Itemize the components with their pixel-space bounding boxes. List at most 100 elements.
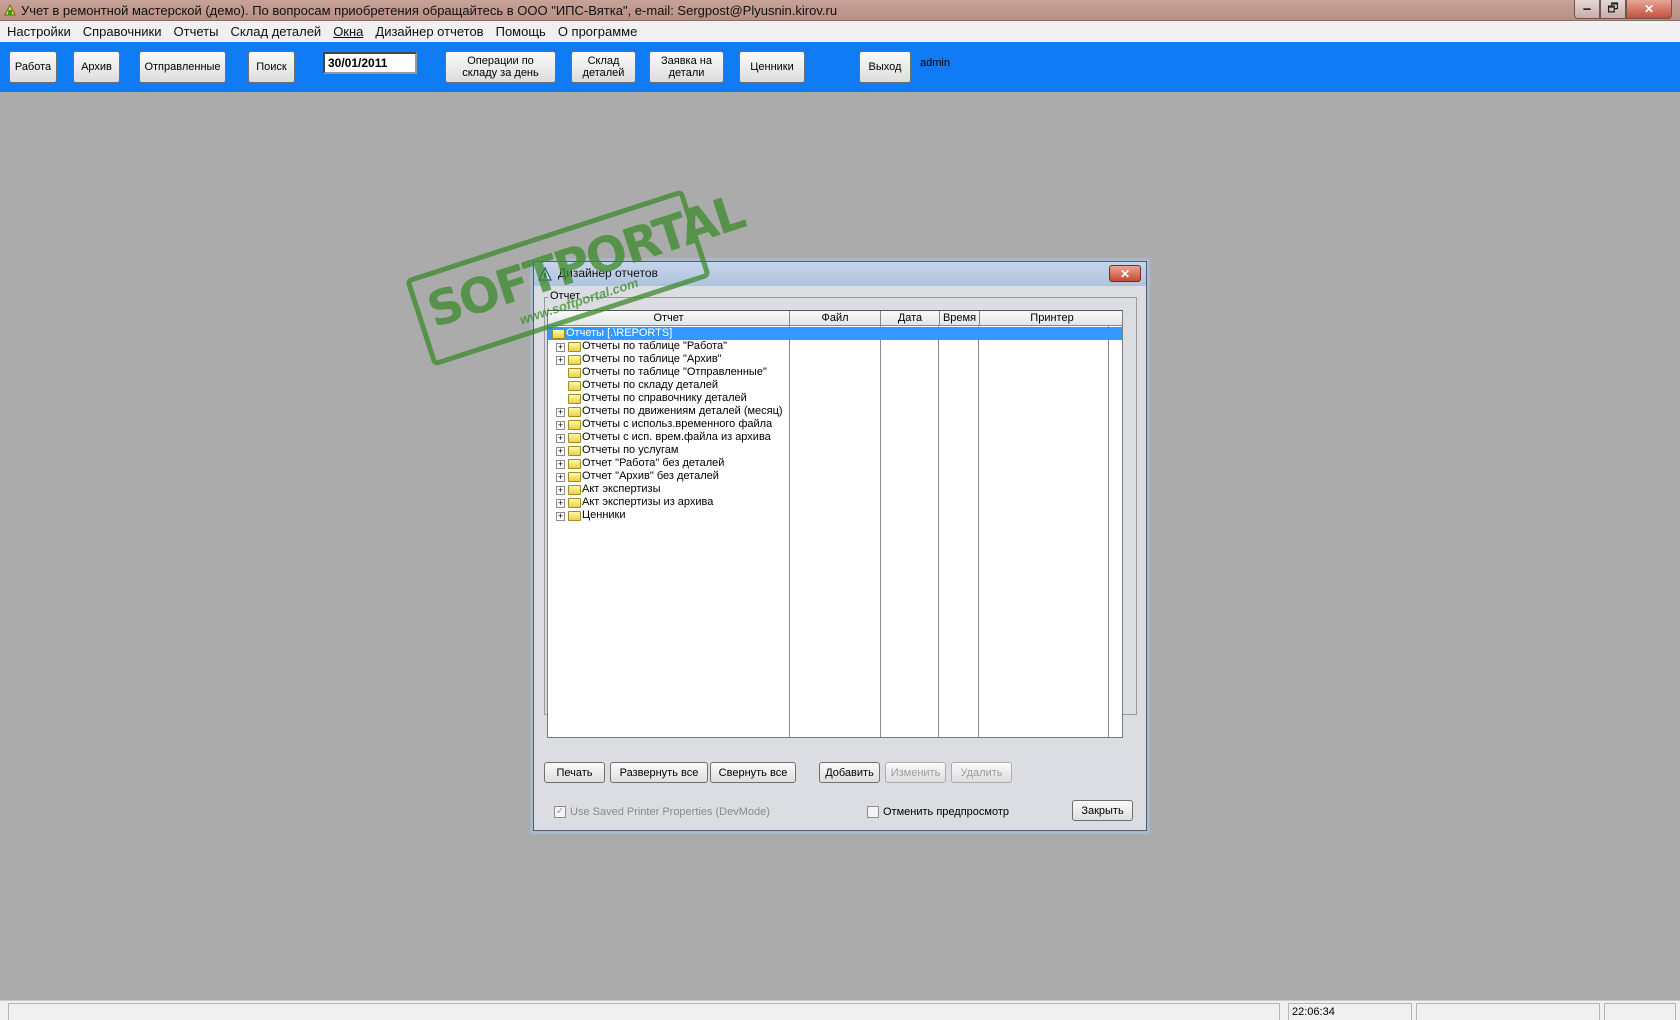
archive-button[interactable]: Архив (73, 51, 120, 83)
menu-about[interactable]: О программе (554, 24, 646, 39)
close-button[interactable]: ✕ (1626, 0, 1672, 19)
close-dialog-button[interactable]: Закрыть (1072, 800, 1133, 821)
report-designer-dialog: Дизайнер отчетов ✕ Отчет Отчет Файл Дата… (533, 261, 1147, 831)
folder-icon (568, 342, 581, 352)
tree-row-label: Отчеты по движениям деталей (месяц) (582, 405, 783, 417)
parts-store-button[interactable]: Склад деталей (571, 51, 636, 83)
folder-icon (568, 511, 581, 521)
tree-expand-icon[interactable]: + (556, 421, 565, 430)
edit-button[interactable]: Изменить (885, 762, 946, 783)
report-tree-grid[interactable]: Отчет Файл Дата Время Принтер Отчеты [.\… (547, 310, 1123, 738)
menu-reports[interactable]: Отчеты (170, 24, 227, 39)
toolbar: Работа Архив Отправленные Поиск 30/01/20… (0, 42, 1680, 92)
sent-button[interactable]: Отправленные (139, 51, 226, 83)
parts-request-line2: детали (668, 67, 705, 79)
folder-icon (568, 498, 581, 508)
tree-row-label: Отчеты по справочнику деталей (582, 392, 747, 404)
folder-icon (552, 329, 565, 339)
tree-expand-icon[interactable]: + (556, 486, 565, 495)
status-panel-main (8, 1003, 1280, 1020)
tree-row[interactable]: + Отчеты с использ.временного файла (548, 418, 1122, 431)
tree-row[interactable]: + Акт экспертизы (548, 483, 1122, 496)
tree-expand-icon[interactable]: + (556, 460, 565, 469)
status-bar: 22:06:34 (0, 1000, 1680, 1020)
minimize-button[interactable]: 🗕 (1574, 0, 1600, 19)
tree-row-label: Отчеты по таблице "Отправленные" (582, 366, 767, 378)
tree-row-label: Акт экспертизы из архива (582, 496, 714, 508)
tree-row[interactable]: Отчеты по справочнику деталей (548, 392, 1122, 405)
print-button[interactable]: Печать (544, 762, 605, 783)
folder-icon (568, 407, 581, 417)
no-preview-label: Отменить предпросмотр (883, 806, 1009, 818)
current-user: admin (920, 57, 950, 69)
expand-all-button[interactable]: Развернуть все (610, 762, 708, 783)
column-header-time[interactable]: Время (940, 311, 980, 325)
column-header-date[interactable]: Дата (881, 311, 940, 325)
folder-icon (568, 394, 581, 404)
add-button[interactable]: Добавить (819, 762, 880, 783)
dialog-close-icon[interactable]: ✕ (1109, 265, 1141, 282)
folder-icon (568, 472, 581, 482)
tree-row[interactable]: + Отчеты по таблице "Работа" (548, 340, 1122, 353)
tree-row[interactable]: Отчеты [.\REPORTS] (548, 327, 1122, 340)
tree-row[interactable]: + Отчет "Работа" без деталей (548, 457, 1122, 470)
daily-ops-button[interactable]: Операции по складу за день (445, 51, 556, 83)
window-controls: 🗕 🗗 ✕ (1574, 0, 1672, 19)
parts-request-button[interactable]: Заявка на детали (649, 51, 724, 83)
tree-expand-icon[interactable]: + (556, 473, 565, 482)
daily-ops-line1: Операции по (467, 55, 534, 67)
tree-row-label: Отчеты по услугам (582, 444, 679, 456)
menu-settings[interactable]: Настройки (3, 24, 79, 39)
tree-row-label: Отчеты по складу деталей (582, 379, 719, 391)
price-tags-button[interactable]: Ценники (739, 51, 805, 83)
maximize-button[interactable]: 🗗 (1600, 0, 1626, 19)
folder-icon (568, 485, 581, 495)
tree-row-label: Отчет "Архив" без деталей (582, 470, 719, 482)
menu-references[interactable]: Справочники (79, 24, 170, 39)
column-header-printer[interactable]: Принтер (980, 311, 1122, 325)
folder-icon (568, 355, 581, 365)
tree-expand-icon[interactable]: + (556, 447, 565, 456)
search-button[interactable]: Поиск (248, 51, 295, 83)
tree-row[interactable]: + Отчет "Архив" без деталей (548, 470, 1122, 483)
menu-parts-store[interactable]: Склад деталей (226, 24, 329, 39)
tree-expand-icon[interactable]: + (556, 512, 565, 521)
tree-row[interactable]: Отчеты по складу деталей (548, 379, 1122, 392)
column-header-file[interactable]: Файл (790, 311, 881, 325)
tree-row[interactable]: + Отчеты с исп. врем.файла из архива (548, 431, 1122, 444)
delete-button[interactable]: Удалить (951, 762, 1012, 783)
folder-icon (568, 459, 581, 469)
folder-icon (568, 381, 581, 391)
tree-row[interactable]: Отчеты по таблице "Отправленные" (548, 366, 1122, 379)
app-icon (4, 3, 16, 16)
folder-icon (568, 420, 581, 430)
tree-expand-icon[interactable]: + (556, 499, 565, 508)
menu-bar: Настройки Справочники Отчеты Склад детал… (0, 21, 1680, 42)
tree-row[interactable]: + Акт экспертизы из архива (548, 496, 1122, 509)
no-preview-checkbox[interactable] (867, 806, 879, 818)
tree-expand-icon[interactable]: + (556, 356, 565, 365)
collapse-all-button[interactable]: Свернуть все (710, 762, 796, 783)
tree-row-label: Отчеты с использ.временного файла (582, 418, 773, 430)
tree-row-label: Отчеты с исп. врем.файла из архива (582, 431, 771, 443)
tree-row[interactable]: + Отчеты по таблице "Архив" (548, 353, 1122, 366)
tree-expand-icon[interactable]: + (556, 434, 565, 443)
tree-row[interactable]: + Отчеты по услугам (548, 444, 1122, 457)
tree-row-label: Отчет "Работа" без деталей (582, 457, 725, 469)
tree-row[interactable]: + Отчеты по движениям деталей (месяц) (548, 405, 1122, 418)
tree-expand-icon[interactable]: + (556, 343, 565, 352)
folder-icon (568, 433, 581, 443)
tree-row[interactable]: + Ценники (548, 509, 1122, 522)
date-input[interactable]: 30/01/2011 (323, 52, 417, 74)
menu-windows[interactable]: Окна (329, 24, 371, 39)
work-button[interactable]: Работа (9, 51, 57, 83)
title-bar: Учет в ремонтной мастерской (демо). По в… (0, 0, 1680, 21)
devmode-label: Use Saved Printer Properties (DevMode) (570, 806, 770, 818)
menu-help[interactable]: Помощь (492, 24, 554, 39)
tree-row-label: Отчеты по таблице "Работа" (582, 340, 728, 352)
exit-button[interactable]: Выход (859, 51, 911, 83)
devmode-checkbox[interactable]: ✓ (554, 806, 566, 818)
tree-expand-icon[interactable]: + (556, 408, 565, 417)
menu-report-designer[interactable]: Дизайнер отчетов (371, 24, 491, 39)
parts-store-line2: деталей (582, 67, 625, 79)
